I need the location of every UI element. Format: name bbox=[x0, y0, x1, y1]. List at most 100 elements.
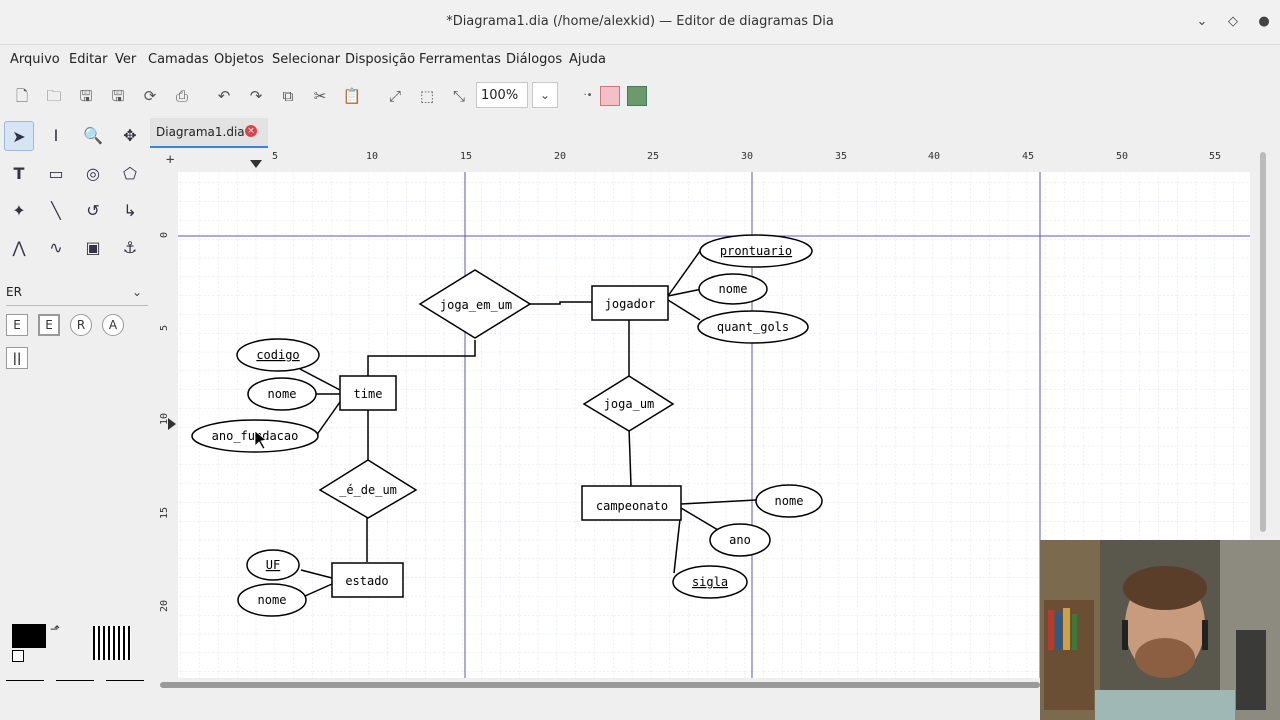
beziergon-tool-icon[interactable]: ✦ bbox=[4, 196, 34, 226]
open-file-icon[interactable]: 🗀 bbox=[44, 86, 64, 106]
save-icon[interactable]: 🖫 bbox=[76, 86, 96, 106]
menu-dialogos[interactable]: Diálogos bbox=[506, 52, 562, 67]
menu-disposicao[interactable]: Disposição bbox=[345, 52, 415, 67]
arrow-start-selector[interactable] bbox=[6, 680, 44, 681]
weak-entity-tool[interactable]: E bbox=[38, 314, 60, 336]
line-style-selector[interactable] bbox=[56, 680, 94, 681]
menu-ajuda[interactable]: Ajuda bbox=[569, 52, 606, 67]
attribute-estado-nome-label: nome bbox=[258, 593, 287, 607]
toolbar: 🗋 🗀 🖫 🖫 ⟳ ⎙ ↶ ↷ ⧉ ✂ 📋 ⤢ ⬚ ⤡ ·• bbox=[0, 78, 1280, 114]
ruler-v-label: 20 bbox=[159, 600, 170, 612]
box-tool-icon[interactable]: ▭ bbox=[41, 159, 71, 189]
image-tool-icon[interactable]: ▣ bbox=[78, 233, 108, 263]
relationship-joga-um-label: joga_um bbox=[604, 397, 655, 411]
ruler-h-label: 15 bbox=[460, 151, 472, 162]
menu-arquivo[interactable]: Arquivo bbox=[10, 52, 60, 67]
zoom-fit-icon[interactable]: ⤢ bbox=[385, 86, 405, 106]
new-file-icon[interactable]: 🗋 bbox=[12, 86, 32, 106]
entity-jogador-label: jogador bbox=[605, 297, 656, 311]
reset-colors-icon[interactable] bbox=[12, 650, 24, 662]
paste-icon[interactable]: 📋 bbox=[342, 86, 362, 106]
vertical-scrollbar[interactable] bbox=[1260, 152, 1266, 532]
horizontal-scrollbar[interactable] bbox=[160, 682, 1040, 688]
ellipse-tool-icon[interactable]: ◎ bbox=[78, 159, 108, 189]
minimize-icon[interactable]: ⌄ bbox=[1192, 12, 1212, 32]
attribute-uf-label: UF bbox=[266, 558, 280, 572]
zoom-dropdown-icon[interactable]: ⌄ bbox=[532, 82, 558, 108]
guides-icon[interactable] bbox=[627, 86, 647, 106]
ruler-h-label: 50 bbox=[1116, 151, 1128, 162]
snap-to-objects-icon[interactable] bbox=[600, 86, 620, 106]
redo-icon[interactable]: ↷ bbox=[246, 86, 266, 106]
ruler-v-label: 15 bbox=[159, 507, 170, 519]
attribute-ano-label: ano bbox=[729, 533, 751, 547]
entity-time-label: time bbox=[354, 387, 383, 401]
attribute-time-nome-label: nome bbox=[268, 387, 297, 401]
bezier-tool-icon[interactable]: ∿ bbox=[41, 233, 71, 263]
save-as-icon[interactable]: 🖫 bbox=[108, 86, 128, 106]
ruler-h-label: 35 bbox=[835, 151, 847, 162]
ruler-h-label: 45 bbox=[1022, 151, 1034, 162]
tab-label: Diagrama1.dia bbox=[156, 125, 245, 139]
menu-objetos[interactable]: Objetos bbox=[214, 52, 264, 67]
swap-colors-icon[interactable]: ⬏ bbox=[50, 622, 60, 636]
attribute-codigo-label: codigo bbox=[256, 348, 299, 362]
reload-icon[interactable]: ⟳ bbox=[140, 86, 160, 106]
sheet-selector[interactable]: ER ⌄ bbox=[6, 281, 148, 306]
copy-icon[interactable]: ⧉ bbox=[278, 86, 298, 106]
participation-tool-icon[interactable]: || bbox=[6, 347, 28, 369]
relationship-tool[interactable]: R bbox=[70, 314, 92, 336]
menu-camadas[interactable]: Camadas bbox=[148, 52, 209, 67]
ruler-h-label: 20 bbox=[554, 151, 566, 162]
text-tool-icon[interactable]: T bbox=[4, 159, 34, 189]
zoom-out-icon[interactable]: ⤡ bbox=[449, 86, 469, 106]
window-title: *Diagrama1.dia (/home/alexkid) — Editor … bbox=[446, 14, 834, 29]
pointer-tool-icon[interactable]: ➤ bbox=[4, 121, 34, 151]
ruler-h-label: 30 bbox=[741, 151, 753, 162]
zoom-input[interactable]: 100% bbox=[476, 82, 528, 108]
entity-campeonato-label: campeonato bbox=[596, 499, 668, 513]
scroll-tool-icon[interactable]: ✥ bbox=[115, 121, 145, 151]
maximize-icon[interactable]: ◇ bbox=[1223, 12, 1243, 32]
title-bar: *Diagrama1.dia (/home/alexkid) — Editor … bbox=[0, 0, 1280, 45]
text-edit-tool-icon[interactable]: I bbox=[41, 121, 71, 151]
ruler-h-label: 25 bbox=[647, 151, 659, 162]
ruler-v-label: 0 bbox=[159, 232, 170, 238]
entity-tool[interactable]: E bbox=[6, 314, 28, 336]
arrow-end-selector[interactable] bbox=[106, 680, 144, 681]
print-icon[interactable]: ⎙ bbox=[172, 86, 192, 106]
relationship-e-de-um-label: _é_de_um bbox=[339, 483, 397, 497]
ruler-h-label: 55 bbox=[1209, 151, 1221, 162]
relationship-joga-em-um-label: joga_em_um bbox=[440, 298, 512, 312]
line-width-swatch[interactable] bbox=[93, 626, 131, 660]
zoom-selection-icon[interactable]: ⬚ bbox=[417, 86, 437, 106]
foreground-color-swatch[interactable] bbox=[12, 624, 46, 648]
tab-diagrama1[interactable]: Diagrama1.dia × bbox=[150, 118, 268, 148]
menu-editar[interactable]: Editar bbox=[69, 52, 108, 67]
menu-ver[interactable]: Ver bbox=[115, 52, 136, 67]
attribute-quant-gols-label: quant_gols bbox=[717, 320, 789, 334]
cut-icon[interactable]: ✂ bbox=[310, 86, 330, 106]
webcam-image bbox=[1040, 540, 1280, 720]
undo-icon[interactable]: ↶ bbox=[214, 86, 234, 106]
tab-close-icon[interactable]: × bbox=[245, 125, 257, 137]
polyline-tool-icon[interactable]: ⋀ bbox=[4, 233, 34, 263]
line-tool-icon[interactable]: ╲ bbox=[41, 196, 71, 226]
zigzag-tool-icon[interactable]: ↳ bbox=[115, 196, 145, 226]
arc-tool-icon[interactable]: ↺ bbox=[78, 196, 108, 226]
attribute-tool[interactable]: A bbox=[102, 314, 124, 336]
magnify-tool-icon[interactable]: 🔍 bbox=[78, 121, 108, 151]
sheet-selector-value: ER bbox=[6, 285, 22, 299]
attribute-campeonato-nome-label: nome bbox=[775, 494, 804, 508]
menu-bar: Arquivo Editar Ver Camadas Objetos Selec… bbox=[0, 46, 1280, 74]
ruler-origin-icon: + bbox=[166, 152, 174, 168]
grid-snap-icon[interactable]: ·• bbox=[578, 86, 598, 106]
menu-ferramentas[interactable]: Ferramentas bbox=[419, 52, 501, 67]
menu-selecionar[interactable]: Selecionar bbox=[272, 52, 340, 67]
entity-estado-label: estado bbox=[345, 574, 388, 588]
outline-tool-icon[interactable]: ⚓ bbox=[115, 233, 145, 263]
close-icon[interactable]: ● bbox=[1254, 12, 1274, 32]
polygon-tool-icon[interactable]: ⬠ bbox=[115, 159, 145, 189]
attribute-jogador-nome-label: nome bbox=[719, 282, 748, 296]
tab-bar: Diagrama1.dia × bbox=[150, 118, 1280, 148]
